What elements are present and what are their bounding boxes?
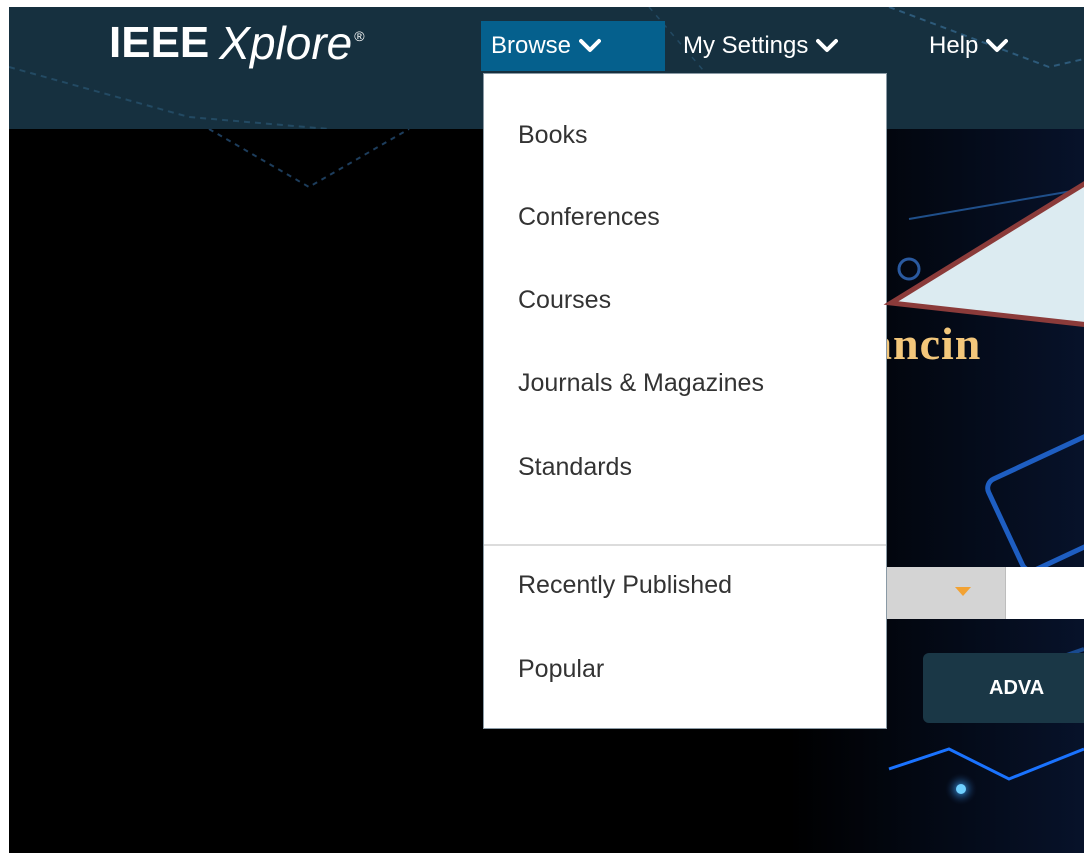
- menu-item-books[interactable]: Books: [518, 120, 587, 150]
- browse-dropdown-menu: Books Conferences Courses Journals & Mag…: [483, 73, 887, 729]
- nav-my-settings-menu[interactable]: My Settings: [673, 21, 848, 71]
- chevron-down-icon: [579, 39, 602, 52]
- ieee-xplore-logo[interactable]: IEEE Xplore ®: [109, 15, 365, 75]
- menu-item-recently-published[interactable]: Recently Published: [518, 570, 732, 600]
- search-type-select[interactable]: [869, 567, 1006, 619]
- logo-registered-mark: ®: [354, 28, 365, 44]
- chevron-down-icon: [986, 39, 1009, 52]
- caret-down-icon: [955, 587, 971, 596]
- menu-item-standards[interactable]: Standards: [518, 452, 632, 482]
- callout-pointer-annotation: [883, 181, 1084, 327]
- advanced-search-button[interactable]: ADVA: [923, 653, 1084, 723]
- menu-item-conferences[interactable]: Conferences: [518, 202, 660, 232]
- nav-browse-menu[interactable]: Browse: [481, 21, 665, 71]
- logo-xplore-text: Xplore: [219, 17, 353, 69]
- menu-item-courses[interactable]: Courses: [518, 285, 611, 315]
- menu-item-journals-magazines[interactable]: Journals & Magazines: [518, 368, 764, 398]
- search-input[interactable]: [1006, 567, 1084, 619]
- chevron-down-icon: [816, 39, 839, 52]
- nav-help-label: Help: [929, 32, 979, 59]
- nav-browse-label: Browse: [491, 32, 572, 59]
- nav-my-settings-label: My Settings: [683, 32, 809, 59]
- nav-help-menu[interactable]: Help: [919, 21, 1018, 71]
- menu-item-popular[interactable]: Popular: [518, 654, 604, 684]
- logo-ieee-text: IEEE: [109, 18, 210, 67]
- app-viewport: IEEE Xplore ® Browse My Settings Help an…: [9, 7, 1084, 853]
- menu-divider: [484, 544, 886, 546]
